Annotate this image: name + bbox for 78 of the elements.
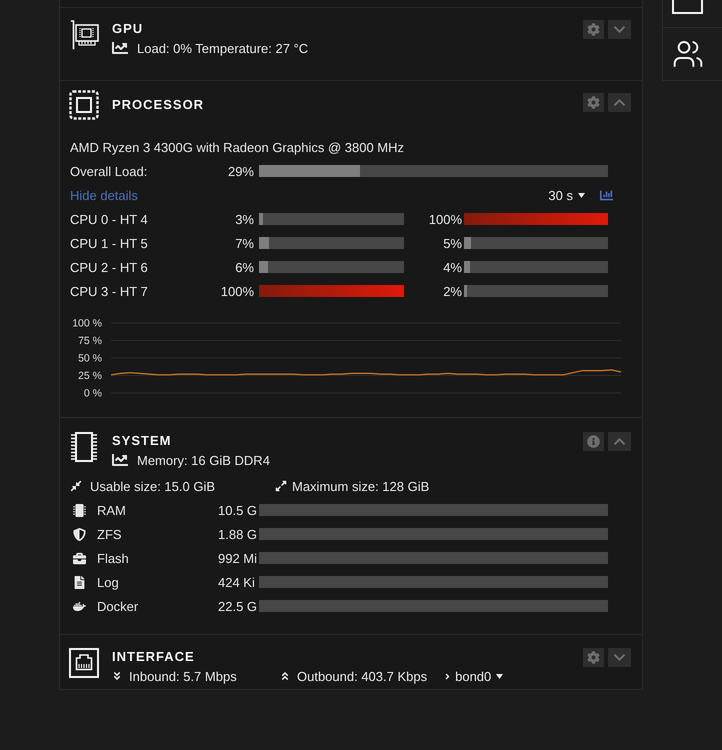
memory-info-text: Memory: 16 GiB DDR4 [137,452,270,468]
panel-title: GPU [112,20,144,38]
axis-tick-label: 0 % [84,388,102,400]
core-load-value: 6% [234,260,254,274]
expand-button[interactable] [608,20,632,39]
core-load-value: 3% [234,212,254,226]
memory-usage-label: ZFS [97,526,123,542]
memory-usage-label: Log [97,574,120,590]
gpu-status-text: Load: 0% Temperature: 27 °C [137,40,308,56]
core-label: CPU 2 - HT 6 [70,260,149,274]
info-button[interactable] [583,432,604,451]
axis-tick-label: 75 % [78,335,102,347]
settings-button[interactable] [583,93,604,112]
ethernet-port-icon [69,648,99,678]
settings-icon [587,651,600,664]
chevron-up-icon [613,96,626,109]
panel-title: INTERFACE [112,648,195,666]
memory-usage-value: 992 Mi [218,550,258,566]
memory-usage-value: 22.5 G [218,598,258,614]
outbound-rate-text: Outbound: 403.7 Kbps [297,668,428,684]
expand-button[interactable] [608,648,632,667]
memory-usage-label: RAM [97,502,127,518]
shield-icon [73,528,86,540]
core-label: CPU 3 - HT 7 [70,284,149,298]
processor-model-text: AMD Ryzen 3 4300G with Radeon Graphics @ 3800 MHz [70,140,404,154]
core-load-value: 4% [442,260,462,274]
settings-button[interactable] [583,20,604,39]
interface-dropdown[interactable]: bond0 [455,668,504,684]
axis-tick-label: 25 % [78,370,102,382]
memory-module-icon [70,432,98,462]
graphics-card-icon [70,20,98,50]
chevron-down-icon [613,23,626,36]
settings-icon [587,96,600,109]
memory-usage-value: 10.5 G [218,502,258,518]
info-icon [587,435,600,448]
core-load-value: 100% [428,212,462,226]
maximum-size-text: Maximum size: 128 GiB [292,478,430,494]
axis-tick-label: 50 % [78,352,102,364]
collapse-button[interactable] [608,93,632,112]
axis-tick-label: 100 % [72,318,102,330]
core-load-value: 5% [442,236,462,250]
caret-icon [496,674,504,678]
chevron-up-icon [613,435,626,448]
panel-title: PROCESSOR [112,96,204,114]
double-chevron-down-icon [112,671,122,681]
core-label: CPU 1 - HT 5 [70,236,149,250]
expand-arrows-icon [275,480,287,492]
inbound-rate-text: Inbound: 5.7 Mbps [129,668,237,684]
chevron-down-icon [613,651,626,664]
usable-size-text: Usable size: 15.0 GiB [90,478,216,494]
memory-usage-label: Docker [97,598,140,614]
processor-icon [69,90,99,120]
load-label: Overall Load: [70,164,148,178]
document-icon [73,576,86,588]
briefcase-icon [73,552,86,564]
collapse-button[interactable] [608,432,632,451]
settings-icon [587,23,600,36]
load-value: 29% [226,164,254,178]
core-load-value: 100% [220,284,254,298]
compress-arrows-icon [70,480,82,492]
line-chart-icon [112,40,128,56]
bar-chart-icon[interactable] [600,188,613,202]
period-dropdown[interactable]: 30 s [548,188,585,202]
core-label: CPU 0 - HT 4 [70,212,149,226]
caret-icon [578,192,585,198]
whale-icon [73,600,86,612]
memory-usage-value: 424 Ki [218,574,256,590]
memory-usage-value: 1.88 G [218,526,258,542]
settings-button[interactable] [583,648,604,667]
panel-title: SYSTEM [112,432,172,450]
hide-details-link[interactable]: Hide details [70,188,138,202]
line-chart-icon [112,452,128,468]
core-load-value: 2% [442,284,462,298]
core-load-value: 7% [234,236,254,250]
memory-chip-icon [73,504,86,516]
double-chevron-up-icon [280,671,290,681]
users-icon[interactable] [672,38,704,70]
memory-usage-label: Flash [97,550,130,566]
